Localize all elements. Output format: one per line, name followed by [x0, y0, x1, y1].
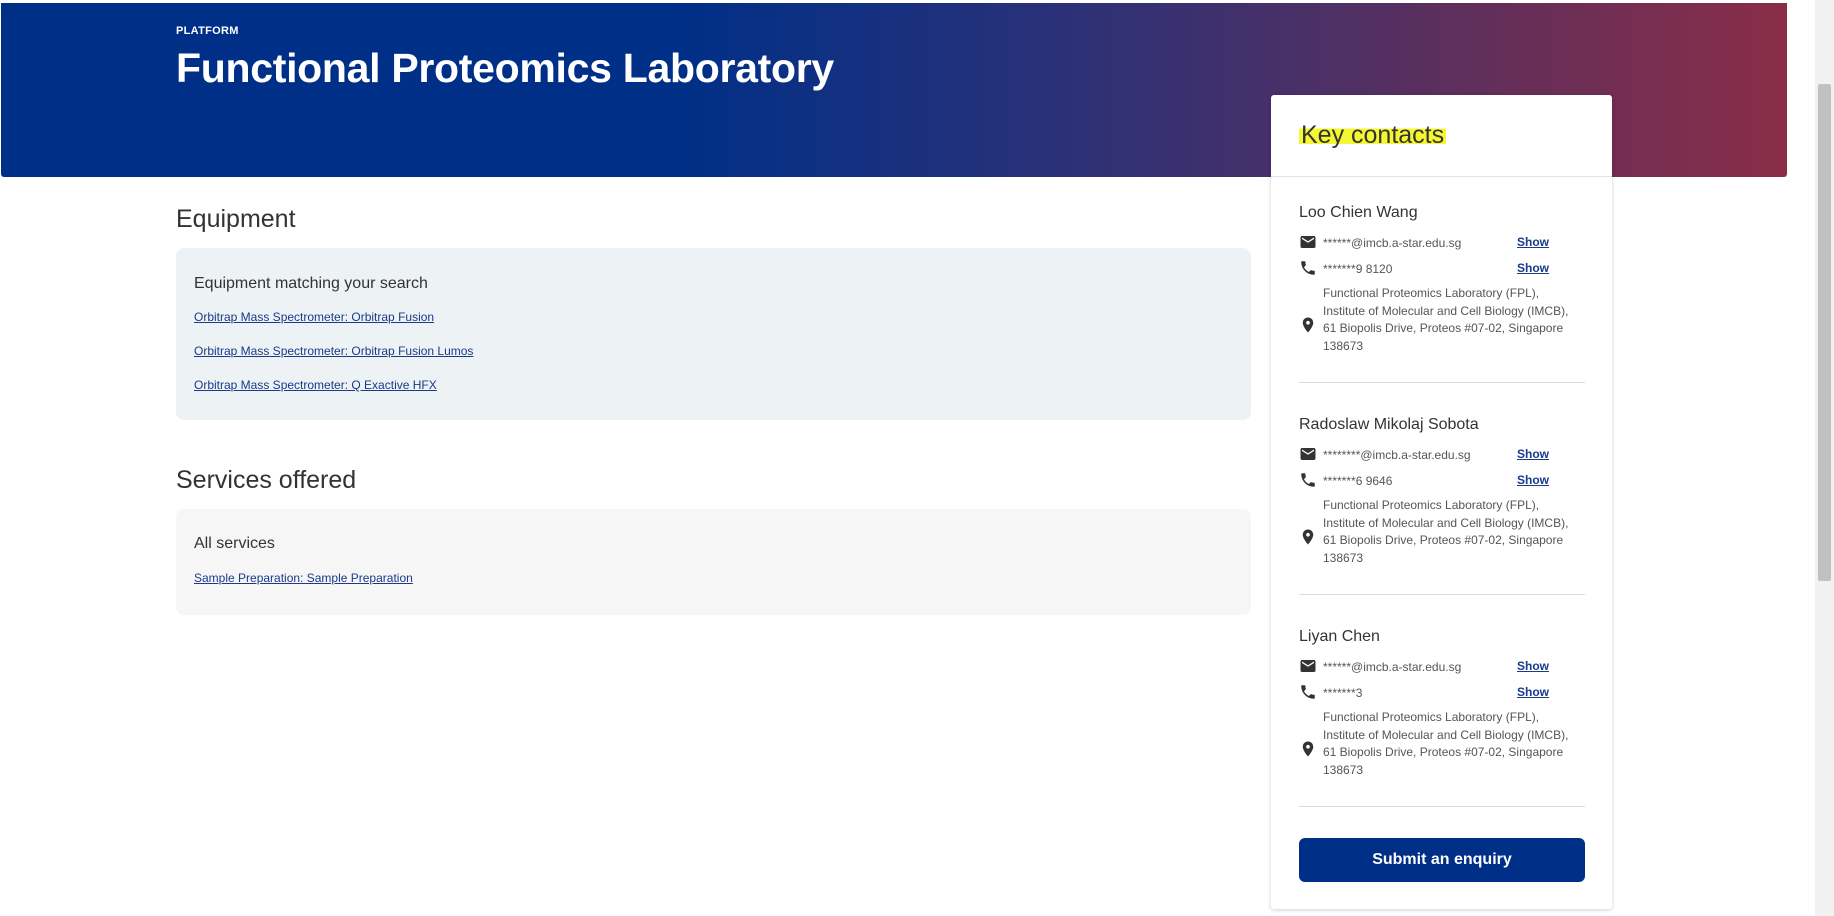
phone-icon — [1301, 473, 1315, 487]
services-panel-title: All services — [194, 535, 275, 552]
contact-name: Loo Chien Wang — [1299, 204, 1418, 221]
show-phone-button[interactable]: Show — [1517, 261, 1549, 275]
submit-enquiry-button[interactable]: Submit an enquiry — [1299, 838, 1585, 882]
equipment-panel: Equipment matching your search Orbitrap … — [176, 248, 1251, 420]
contact-divider — [1299, 382, 1585, 383]
email-icon — [1300, 236, 1316, 248]
key-contacts-title: Key contacts — [1299, 121, 1447, 150]
contact-email: ********@imcb.a-star.edu.sg — [1323, 448, 1471, 462]
contact-name: Radoslaw Mikolaj Sobota — [1299, 416, 1479, 433]
location-pin-icon — [1302, 317, 1314, 333]
location-pin-icon — [1302, 741, 1314, 757]
phone-icon — [1301, 685, 1315, 699]
contact-email-row: ******@imcb.a-star.edu.sg Show — [1299, 657, 1585, 677]
equipment-link-orbitrap-fusion-lumos[interactable]: Orbitrap Mass Spectrometer: Orbitrap Fus… — [194, 344, 473, 358]
location-pin-icon — [1302, 529, 1314, 545]
contact-email: ******@imcb.a-star.edu.sg — [1323, 236, 1462, 250]
contact-phone-row: *******9 8120 Show — [1299, 259, 1585, 279]
contact-phone-row: *******6 9646 Show — [1299, 471, 1585, 491]
services-panel: All services Sample Preparation: Sample … — [176, 509, 1251, 615]
contact-address: Functional Proteomics Laboratory (FPL), … — [1323, 710, 1569, 777]
service-link-sample-preparation[interactable]: Sample Preparation: Sample Preparation — [194, 571, 413, 585]
contact-phone-row: *******3 Show — [1299, 683, 1585, 703]
contact-divider — [1299, 594, 1585, 595]
contact-email: ******@imcb.a-star.edu.sg — [1323, 660, 1462, 674]
key-contacts-card: Key contacts Loo Chien Wang ******@imcb.… — [1271, 95, 1612, 909]
contact-address: Functional Proteomics Laboratory (FPL), … — [1323, 498, 1569, 565]
show-email-button[interactable]: Show — [1517, 235, 1549, 249]
equipment-link-q-exactive-hfx[interactable]: Orbitrap Mass Spectrometer: Q Exactive H… — [194, 378, 437, 392]
email-icon — [1300, 448, 1316, 460]
contact-address: Functional Proteomics Laboratory (FPL), … — [1323, 286, 1569, 353]
show-phone-button[interactable]: Show — [1517, 685, 1549, 699]
page-title: Functional Proteomics Laboratory — [176, 45, 834, 91]
contact-phone: *******3 — [1323, 686, 1363, 700]
scrollbar-thumb[interactable] — [1818, 84, 1831, 581]
services-heading: Services offered — [176, 466, 357, 494]
email-icon — [1300, 660, 1316, 672]
contact-phone: *******9 8120 — [1323, 262, 1393, 276]
show-phone-button[interactable]: Show — [1517, 473, 1549, 487]
contact-phone: *******6 9646 — [1323, 474, 1393, 488]
show-email-button[interactable]: Show — [1517, 659, 1549, 673]
platform-eyebrow: PLATFORM — [176, 25, 239, 37]
equipment-link-orbitrap-fusion[interactable]: Orbitrap Mass Spectrometer: Orbitrap Fus… — [194, 310, 434, 324]
contact-divider — [1299, 806, 1585, 807]
contact-email-row: ********@imcb.a-star.edu.sg Show — [1299, 445, 1585, 465]
contact-email-row: ******@imcb.a-star.edu.sg Show — [1299, 233, 1585, 253]
key-contacts-divider — [1271, 176, 1612, 177]
show-email-button[interactable]: Show — [1517, 447, 1549, 461]
phone-icon — [1301, 261, 1315, 275]
contact-name: Liyan Chen — [1299, 628, 1380, 645]
equipment-panel-title: Equipment matching your search — [194, 275, 428, 292]
equipment-heading: Equipment — [176, 205, 296, 233]
